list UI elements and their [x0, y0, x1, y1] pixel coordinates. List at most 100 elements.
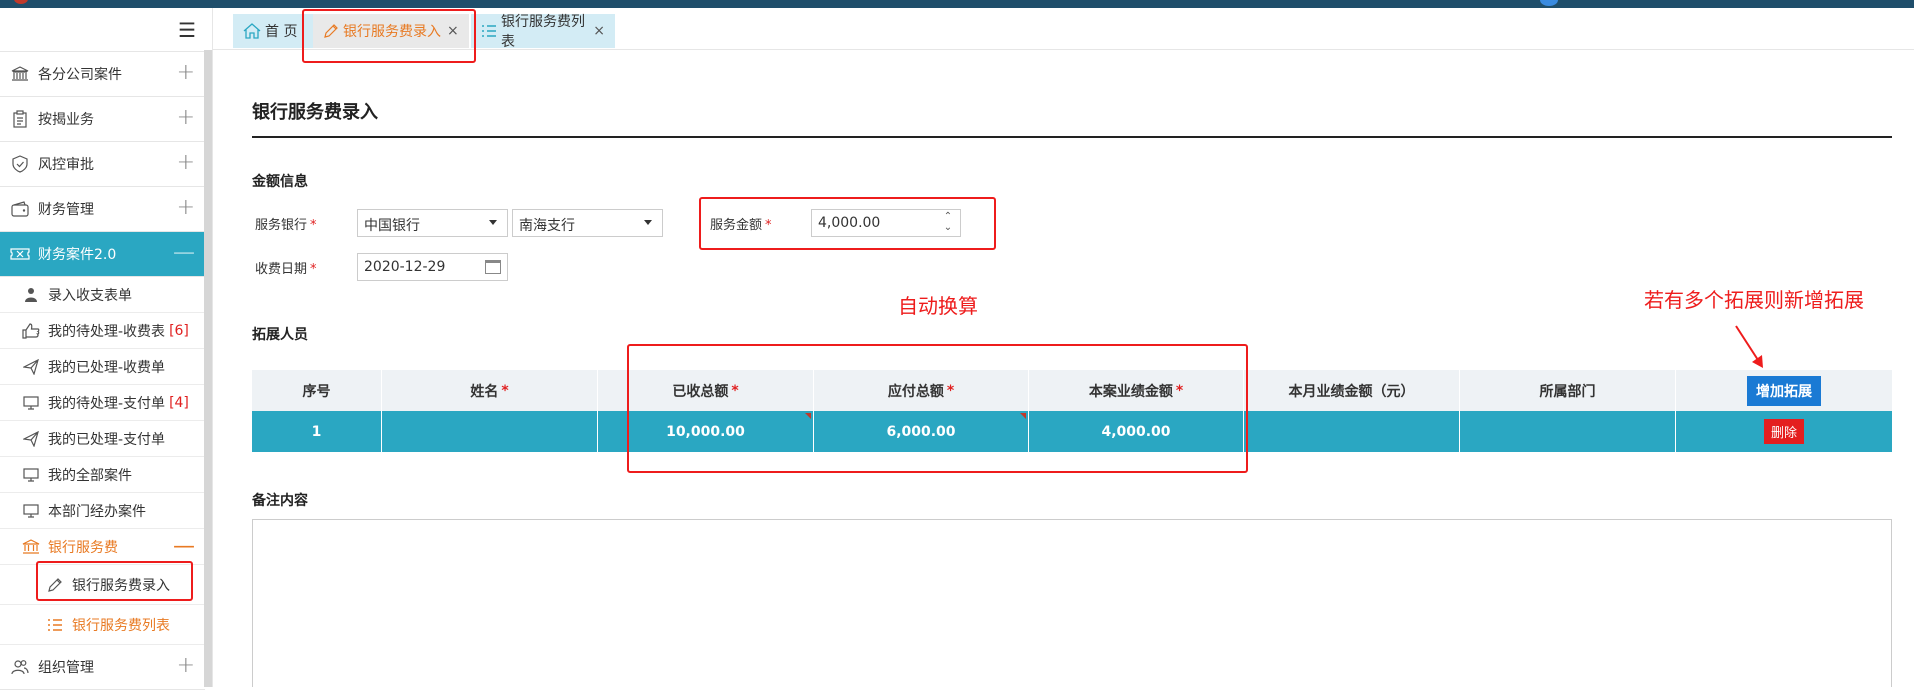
required-mark: *	[765, 218, 772, 233]
sidebar-scrollbar[interactable]	[204, 50, 212, 687]
thumbs-up-icon	[22, 322, 40, 339]
wallet-icon	[10, 199, 30, 219]
sidebar-subitem-bank-fee-list[interactable]: 银行服务费列表	[0, 605, 205, 645]
sidebar-subitem-all-cases[interactable]: 我的全部案件	[0, 457, 205, 493]
section-expansion-staff: 拓展人员	[252, 327, 308, 343]
section-remarks: 备注内容	[252, 493, 308, 509]
date-input[interactable]: 2020-12-29	[357, 253, 508, 281]
close-icon[interactable]: ×	[593, 23, 605, 39]
edited-marker-icon	[1020, 413, 1026, 419]
tab-label: 首 页	[265, 24, 298, 40]
sidebar-subitem-done-pay[interactable]: 我的已处理-支付单	[0, 421, 205, 457]
tab-bar: 首 页 银行服务费录入 × 银行服务费列表 ×	[213, 8, 1914, 50]
table-row: 1 10,000.00 6,000.00 4,000.00 删除	[252, 411, 1892, 452]
users-icon	[10, 657, 30, 677]
sidebar-subitem-label: 本部门经办案件	[48, 503, 146, 520]
sidebar-item-label: 按揭业务	[38, 112, 94, 128]
header-text: 所属部门	[1539, 383, 1596, 400]
add-expansion-button[interactable]: 增加拓展	[1747, 375, 1821, 406]
branch-select[interactable]: 南海支行	[512, 209, 663, 237]
sidebar-subitem-enter-form[interactable]: 录入收支表单	[0, 277, 205, 313]
logo-fragment	[14, 0, 28, 4]
tab-bank-fee-list[interactable]: 银行服务费列表 ×	[471, 14, 615, 50]
label-text: 服务银行	[255, 218, 308, 233]
send-icon	[22, 430, 40, 447]
sidebar-item-label: 财务管理	[38, 202, 94, 218]
expand-plus-icon[interactable]: +	[177, 197, 195, 219]
cell-department	[1460, 411, 1676, 452]
send-icon	[22, 358, 40, 375]
calendar-icon[interactable]	[485, 260, 501, 274]
cell-name[interactable]	[382, 411, 598, 452]
spinner-arrows-icon[interactable]: ⌃ ⌄	[942, 211, 954, 235]
sidebar-subitem-pending-fee[interactable]: 我的待处理-收费表 [6]	[0, 313, 205, 349]
monitor-icon	[22, 503, 40, 519]
column-header-actions: 增加拓展	[1676, 370, 1892, 411]
sidebar-item-risk-approval[interactable]: 风控审批 +	[0, 142, 205, 187]
monitor-icon	[22, 395, 40, 411]
column-header: 本月业绩金额（元）	[1244, 370, 1460, 411]
cell-text: 6,000.00	[886, 423, 956, 440]
expansion-table: 序号 姓名 * 已收总额 * 应付总额 * 本案业绩金额 * 本月业绩金额（元） 所属部…	[252, 370, 1892, 452]
header-text: 姓名	[470, 383, 499, 400]
sidebar-subitem-label: 录入收支表单	[48, 287, 132, 304]
sidebar-subitem-label: 我的已处理-支付单	[48, 431, 166, 448]
header-text: 本案业绩金额	[1088, 383, 1173, 400]
annotation-auto-convert: 自动换算	[898, 294, 978, 318]
ticket-icon	[10, 244, 30, 264]
sidebar-subitem-done-fee[interactable]: 我的已处理-收费单	[0, 349, 205, 385]
title-divider	[252, 136, 1892, 138]
sidebar-subitem-dept-cases[interactable]: 本部门经办案件	[0, 493, 205, 529]
count-badge: [6]	[169, 322, 189, 339]
cell-case-performance: 4,000.00	[1029, 411, 1244, 452]
tab-bank-fee-entry[interactable]: 银行服务费录入 ×	[313, 14, 469, 48]
sidebar-item-finance-cases-2[interactable]: 财务案件2.0 —	[0, 232, 205, 277]
sidebar-subitem-label: 我的已处理-收费单	[48, 359, 166, 376]
close-icon[interactable]: ×	[447, 23, 459, 39]
sidebar-item-label: 风控审批	[38, 157, 94, 173]
branch-select-value: 南海支行	[519, 218, 575, 234]
delete-row-button[interactable]: 删除	[1763, 419, 1804, 444]
pencil-icon	[323, 23, 339, 39]
column-header: 应付总额 *	[814, 370, 1029, 411]
sidebar-subitem-bank-fee-entry[interactable]: 银行服务费录入	[0, 565, 205, 605]
tab-home[interactable]: 首 页	[233, 14, 313, 48]
count-badge: [4]	[169, 394, 189, 411]
monitor-icon	[22, 467, 40, 483]
edited-marker-icon	[805, 413, 811, 419]
sidebar-subitem-pending-pay[interactable]: 我的待处理-支付单 [4]	[0, 385, 205, 421]
expand-plus-icon[interactable]: +	[177, 62, 195, 84]
remarks-textarea[interactable]	[252, 519, 1892, 687]
amount-input[interactable]: 4,000.00 ⌃ ⌄	[811, 209, 961, 237]
chevron-down-icon	[489, 220, 497, 225]
sidebar-item-label: 财务案件2.0	[38, 247, 117, 263]
main-content: 银行服务费录入 金额信息 服务银行 * 中国银行 南海支行 服务金额 * 4,000…	[252, 50, 1892, 687]
date-field-label: 收费日期 *	[255, 258, 317, 277]
expand-plus-icon[interactable]: +	[177, 152, 195, 174]
sidebar-item-mortgage[interactable]: 按揭业务 +	[0, 97, 205, 142]
collapse-minus-icon[interactable]: —	[173, 534, 195, 559]
sidebar-item-label: 组织管理	[38, 660, 94, 676]
sidebar-subitem-bank-fee[interactable]: 银行服务费 —	[0, 529, 205, 565]
section-amount-info: 金额信息	[252, 174, 308, 190]
sidebar-item-org-management[interactable]: 组织管理 +	[0, 645, 205, 690]
expand-plus-icon[interactable]: +	[177, 107, 195, 129]
collapse-menu-icon[interactable]: ☰	[178, 20, 196, 40]
header-text: 本月业绩金额（元）	[1288, 383, 1415, 400]
collapse-minus-icon[interactable]: —	[173, 242, 195, 264]
column-header: 已收总额 *	[598, 370, 814, 411]
sidebar-item-label: 各分公司案件	[38, 67, 122, 83]
date-input-value: 2020-12-29	[364, 259, 446, 275]
sidebar-subitem-label: 银行服务费列表	[72, 617, 170, 634]
cell-payable-total[interactable]: 6,000.00	[814, 411, 1029, 452]
amount-field-label: 服务金额 *	[710, 214, 772, 233]
expand-plus-icon[interactable]: +	[177, 655, 195, 677]
sidebar-item-finance[interactable]: 财务管理 +	[0, 187, 205, 232]
list-icon	[46, 618, 64, 632]
sidebar-item-branch-cases[interactable]: 各分公司案件 +	[0, 52, 205, 97]
required-mark: *	[731, 382, 739, 399]
cell-text: 4,000.00	[1101, 423, 1171, 440]
bank-select[interactable]: 中国银行	[357, 209, 508, 237]
cell-received-total[interactable]: 10,000.00	[598, 411, 814, 452]
header-text: 已收总额	[672, 383, 729, 400]
